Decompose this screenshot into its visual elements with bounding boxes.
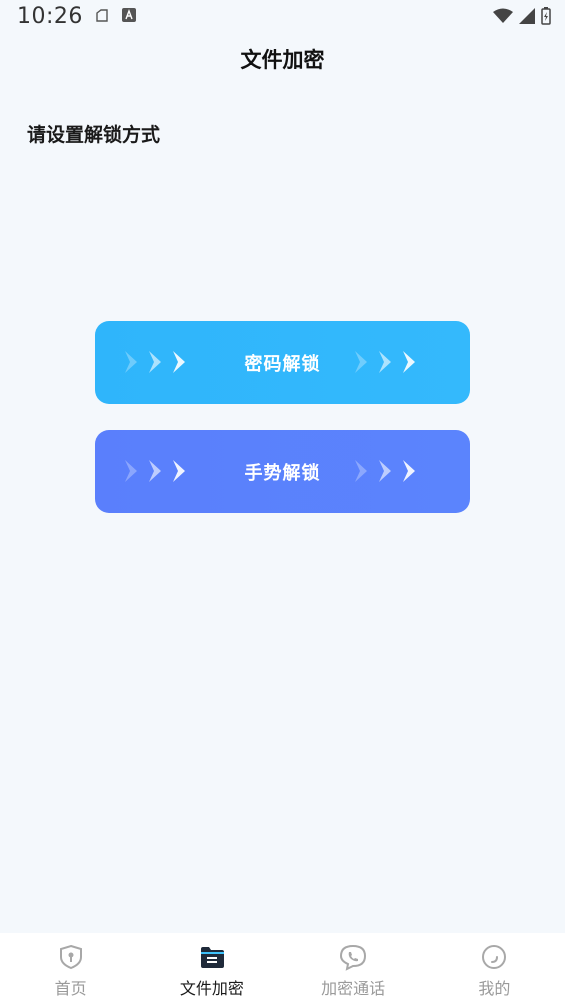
battery-icon <box>541 7 551 25</box>
chevron-right-icon <box>403 460 415 482</box>
shield-icon <box>59 944 82 970</box>
section-title: 请设置解锁方式 <box>27 124 161 146</box>
password-unlock-button[interactable]: 密码解锁 <box>95 321 470 404</box>
tab-file-encryption[interactable]: 文件加密 <box>141 933 282 1004</box>
notification-icon <box>96 9 108 22</box>
font-app-icon <box>122 8 136 22</box>
tab-profile-label: 我的 <box>478 979 511 998</box>
folder-icon <box>200 947 224 968</box>
wifi-icon <box>493 8 513 23</box>
chevron-arrows-left <box>122 348 188 376</box>
signal-icon <box>519 8 535 24</box>
chevron-right-icon <box>379 351 391 373</box>
profile-icon <box>482 945 507 969</box>
gesture-unlock-button[interactable]: 手势解锁 <box>95 430 470 513</box>
tab-home[interactable]: 首页 <box>0 933 141 1004</box>
phone-chat-icon <box>340 944 367 971</box>
status-indicators <box>493 6 551 26</box>
tab-profile[interactable]: 我的 <box>424 933 565 1004</box>
page-title: 文件加密 <box>240 48 325 72</box>
chevron-right-icon <box>403 351 415 373</box>
chevron-right-icon <box>173 351 185 373</box>
tab-file-encryption-label: 文件加密 <box>179 979 244 998</box>
chevron-right-icon <box>379 460 391 482</box>
chevron-right-icon <box>125 351 137 373</box>
chevron-right-icon <box>355 351 367 373</box>
chevron-right-icon <box>355 460 367 482</box>
chevron-right-icon <box>173 460 185 482</box>
chevron-right-icon <box>149 351 161 373</box>
status-time: 10:26 <box>17 4 83 29</box>
chevron-right-icon <box>149 460 161 482</box>
tab-home-label: 首页 <box>54 979 87 998</box>
gesture-unlock-label: 手势解锁 <box>244 462 321 484</box>
tab-encrypted-call[interactable]: 加密通话 <box>283 933 424 1004</box>
password-unlock-label: 密码解锁 <box>244 353 321 375</box>
bottom-tab-bar: 首页 文件加密 加密通话 我的 <box>0 933 565 1004</box>
status-bar: 10:26 <box>0 0 565 34</box>
tab-encrypted-call-label: 加密通话 <box>321 979 386 998</box>
chevron-arrows-right <box>352 348 418 376</box>
chevron-arrows-right <box>352 457 418 485</box>
chevron-right-icon <box>125 460 137 482</box>
chevron-arrows-left <box>122 457 188 485</box>
